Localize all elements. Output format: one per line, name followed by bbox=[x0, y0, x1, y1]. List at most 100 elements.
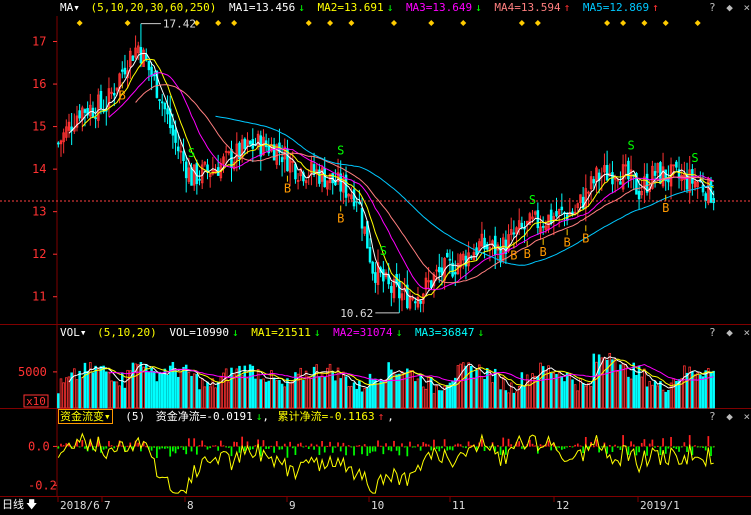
flow-tick-label: -0.2 bbox=[28, 478, 57, 492]
volume-bar bbox=[608, 352, 612, 409]
expand-icon[interactable]: ◆ bbox=[726, 326, 733, 339]
volume-bar bbox=[107, 371, 111, 409]
expand-icon[interactable]: ◆ bbox=[726, 410, 733, 423]
help-icon[interactable]: ? bbox=[709, 410, 716, 423]
volume-bar bbox=[656, 385, 659, 409]
period-selector[interactable]: 日线 🡇 bbox=[2, 498, 37, 512]
candle-body bbox=[520, 222, 524, 228]
flow-bar bbox=[116, 445, 118, 447]
volume-bar bbox=[544, 370, 548, 409]
flow-bar bbox=[510, 444, 513, 447]
flow-bar bbox=[534, 445, 537, 447]
candle-body bbox=[555, 211, 558, 217]
candle-body bbox=[83, 109, 87, 113]
volume-bar bbox=[352, 382, 356, 409]
flow-bar bbox=[563, 446, 566, 449]
volume-bar bbox=[94, 365, 97, 409]
price-tick-label: 15 bbox=[32, 120, 46, 134]
flow-bar bbox=[699, 446, 702, 448]
price-chart-panel[interactable]: MA▾ (5,10,20,30,60,250) MA1=13.456 ↓ MA2=… bbox=[0, 0, 751, 325]
flow-bar bbox=[363, 444, 366, 447]
volume-bar bbox=[395, 374, 398, 409]
flow-bar bbox=[78, 446, 81, 448]
flow-bar bbox=[702, 446, 704, 448]
volume-bar bbox=[707, 368, 710, 409]
volume-bar bbox=[123, 387, 127, 409]
indicator-name-box[interactable]: 资金流变▾ bbox=[58, 409, 113, 424]
help-icon[interactable]: ? bbox=[709, 326, 716, 339]
candle-body bbox=[147, 60, 151, 71]
vol-ma1-value: MA1=21511 bbox=[251, 326, 311, 339]
volume-bar bbox=[645, 386, 649, 409]
indicator-dropdown-icon[interactable]: ▾ bbox=[80, 325, 87, 341]
flow-bar bbox=[664, 446, 667, 454]
candle-body bbox=[323, 167, 326, 188]
volume-bar bbox=[286, 378, 289, 409]
volume-bar bbox=[110, 380, 113, 409]
volume-bar bbox=[512, 392, 516, 409]
volume-bar bbox=[251, 365, 255, 409]
flow-bar bbox=[462, 446, 465, 448]
price-chart[interactable]: 17161514131211 BBBB B BB BBS SSSSS 17.4210.6… bbox=[0, 0, 751, 325]
volume-bar bbox=[701, 376, 705, 409]
buy-signal: B bbox=[662, 201, 669, 215]
flow-bar bbox=[62, 445, 65, 447]
fund-flow-panel[interactable]: 0.0 -0.2 资金流变▾ (5) 资金净流=-0.0191 ↓, 累计净流=-0… bbox=[0, 409, 751, 496]
volume-bar bbox=[416, 378, 420, 409]
volume-bar bbox=[152, 371, 156, 409]
volume-bar bbox=[264, 381, 268, 409]
volume-bar bbox=[355, 388, 358, 409]
volume-bar bbox=[283, 386, 287, 409]
volume-bar bbox=[113, 381, 116, 409]
close-icon[interactable]: × bbox=[744, 410, 751, 423]
volume-bar bbox=[696, 372, 699, 409]
volume-bar bbox=[182, 366, 185, 409]
volume-bar bbox=[99, 366, 103, 409]
flow-bar bbox=[230, 446, 233, 457]
candle-body bbox=[536, 210, 540, 229]
indicator-name[interactable]: VOL bbox=[60, 325, 80, 341]
candle-body bbox=[94, 117, 97, 120]
volume-bar bbox=[432, 393, 436, 409]
volume-bar bbox=[192, 373, 196, 409]
flow-bar bbox=[190, 446, 193, 452]
volume-bar bbox=[176, 376, 180, 409]
volume-bar bbox=[163, 368, 167, 409]
volume-bar bbox=[440, 390, 444, 409]
volume-bar bbox=[541, 366, 545, 409]
volume-chart-panel[interactable]: 5000 x10 VOL▾ (5,10,20) VOL=10990 ↓ MA1=21… bbox=[0, 325, 751, 409]
flow-bar bbox=[105, 446, 108, 449]
flow-bar bbox=[278, 446, 281, 450]
flow-bar bbox=[635, 446, 638, 456]
candle-body bbox=[352, 189, 356, 207]
volume-bar bbox=[659, 381, 662, 409]
volume-bar bbox=[222, 372, 225, 409]
flow-bar bbox=[156, 446, 158, 458]
flow-bar bbox=[241, 436, 244, 447]
down-arrow-icon: 🡇 bbox=[26, 498, 38, 511]
flow-bar bbox=[347, 445, 350, 447]
flow-bar bbox=[305, 445, 307, 447]
volume-bar bbox=[203, 386, 207, 409]
candle-body bbox=[184, 161, 188, 179]
volume-bar bbox=[589, 386, 593, 409]
volume-bar bbox=[280, 383, 284, 409]
flow-bar bbox=[435, 446, 438, 449]
signal-diamond-icon bbox=[518, 20, 525, 26]
candle-body bbox=[448, 258, 452, 261]
flow-bar bbox=[211, 445, 214, 447]
volume-bar bbox=[331, 372, 334, 409]
flow-bar bbox=[227, 446, 230, 448]
close-icon[interactable]: × bbox=[744, 326, 751, 339]
vol-ma3-value: MA3=36847 bbox=[414, 326, 475, 339]
volume-bar bbox=[406, 368, 409, 409]
volume-bar bbox=[459, 363, 462, 409]
candle-body bbox=[701, 184, 705, 193]
candle-body bbox=[166, 108, 169, 115]
sell-signal: S bbox=[529, 193, 536, 207]
flow-bar bbox=[166, 446, 169, 449]
volume-bar bbox=[619, 364, 622, 409]
volume-bar bbox=[523, 386, 526, 409]
vol-ma3-line bbox=[108, 363, 714, 382]
volume-bar bbox=[640, 376, 644, 409]
